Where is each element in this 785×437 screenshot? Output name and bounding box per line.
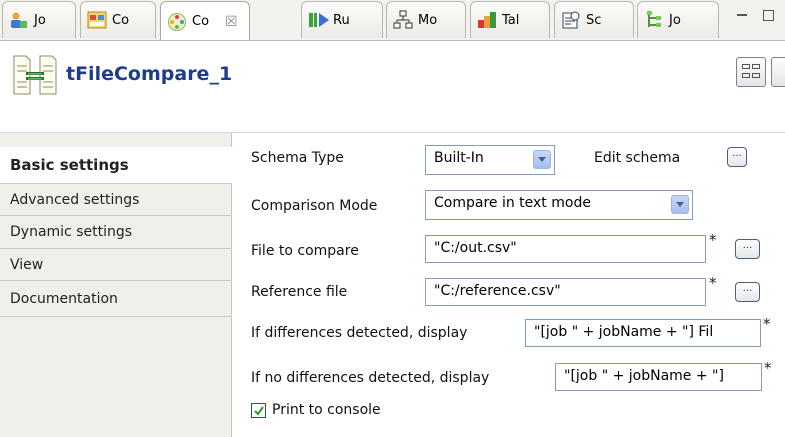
- component-icon: [167, 12, 187, 32]
- settings-nav: Basic settings Advanced settings Dynamic…: [0, 133, 233, 437]
- nav-documentation[interactable]: Documentation: [0, 281, 232, 317]
- tab-talend-exchange[interactable]: Tal: [470, 1, 550, 38]
- nodiff-message-label: If no differences detected, display: [251, 370, 490, 386]
- nodiff-message-input[interactable]: "[job " + jobName + "]: [555, 363, 762, 391]
- tab-scheduler[interactable]: Sc: [554, 1, 634, 38]
- job-hierarchy-icon: [644, 10, 664, 30]
- required-mark: *: [763, 315, 771, 333]
- tab-run[interactable]: Ru: [301, 1, 383, 38]
- minimize-icon[interactable]: [737, 14, 747, 16]
- file-to-compare-label: File to compare: [251, 243, 359, 259]
- required-mark: *: [709, 231, 717, 249]
- basic-settings-form: Schema Type Built-In Edit schema ... Com…: [232, 133, 785, 437]
- editor-tab-bar: Jo Co Co ☒ Ru Mo Tal Sc Jo: [0, 0, 785, 41]
- comparison-mode-value: Compare in text mode: [434, 195, 591, 211]
- tab-contexts[interactable]: Co: [80, 1, 156, 38]
- talend-exchange-icon: [477, 10, 497, 30]
- comparison-mode-label: Comparison Mode: [251, 198, 378, 214]
- nav-label: Advanced settings: [10, 191, 140, 208]
- tab-label: Tal: [502, 12, 520, 28]
- scheduler-icon: [561, 10, 581, 30]
- tab-label: Ru: [333, 12, 350, 28]
- run-icon: [308, 10, 329, 30]
- chevron-down-icon[interactable]: [671, 195, 689, 214]
- tab-label: Jo: [669, 12, 681, 28]
- tab-label: Co: [192, 14, 210, 29]
- tab-label: Sc: [586, 12, 602, 28]
- edit-schema-label: Edit schema: [594, 150, 681, 166]
- nav-basic-settings[interactable]: Basic settings: [0, 147, 233, 184]
- chevron-down-icon[interactable]: [533, 150, 551, 169]
- print-console-label: Print to console: [272, 402, 381, 418]
- nav-label: Basic settings: [10, 156, 129, 174]
- layout-toggle-button[interactable]: [736, 57, 766, 87]
- browse-reference-button[interactable]: ...: [735, 282, 760, 302]
- layout-option-button[interactable]: [771, 57, 785, 87]
- reference-file-input[interactable]: "C:/reference.csv": [425, 278, 706, 306]
- print-console-checkbox[interactable]: [251, 403, 266, 418]
- required-mark: *: [764, 359, 772, 377]
- component-header: tFileCompare_1: [0, 41, 785, 133]
- nav-view[interactable]: View: [0, 249, 232, 281]
- edit-schema-button[interactable]: ...: [727, 147, 747, 167]
- close-tab-icon[interactable]: ☒: [225, 14, 238, 30]
- component-title: tFileCompare_1: [66, 63, 233, 85]
- nav-label: View: [10, 256, 44, 273]
- tab-job-hierarchy[interactable]: Jo: [637, 1, 719, 38]
- schema-type-label: Schema Type: [251, 150, 344, 166]
- required-mark: *: [709, 274, 717, 292]
- browse-file-button[interactable]: ...: [735, 239, 760, 259]
- diff-message-input[interactable]: "[job " + jobName + "] Fil: [525, 319, 761, 347]
- contexts-icon: [87, 10, 107, 30]
- modules-icon: [393, 10, 413, 30]
- file-compare-icon: [12, 52, 58, 98]
- tab-label: Mo: [418, 12, 438, 28]
- reference-file-label: Reference file: [251, 284, 348, 300]
- tab-label: Co: [112, 12, 130, 28]
- maximize-icon[interactable]: [763, 10, 774, 21]
- tab-label: Jo: [34, 12, 46, 28]
- nav-label: Dynamic settings: [10, 224, 133, 240]
- nav-advanced-settings[interactable]: Advanced settings: [0, 184, 232, 216]
- checkmark-icon: [254, 406, 264, 416]
- tab-job[interactable]: Jo: [2, 1, 76, 38]
- schema-type-select[interactable]: Built-In: [425, 145, 555, 175]
- tab-component[interactable]: Co ☒: [160, 1, 250, 41]
- nav-label: Documentation: [10, 290, 118, 307]
- file-to-compare-input[interactable]: "C:/out.csv": [425, 235, 706, 263]
- diff-message-label: If differences detected, display: [251, 325, 468, 341]
- schema-type-value: Built-In: [434, 150, 484, 166]
- tab-modules[interactable]: Mo: [386, 1, 466, 38]
- job-icon: [9, 10, 29, 30]
- nav-dynamic-settings[interactable]: Dynamic settings: [0, 216, 232, 249]
- comparison-mode-select[interactable]: Compare in text mode: [425, 190, 693, 220]
